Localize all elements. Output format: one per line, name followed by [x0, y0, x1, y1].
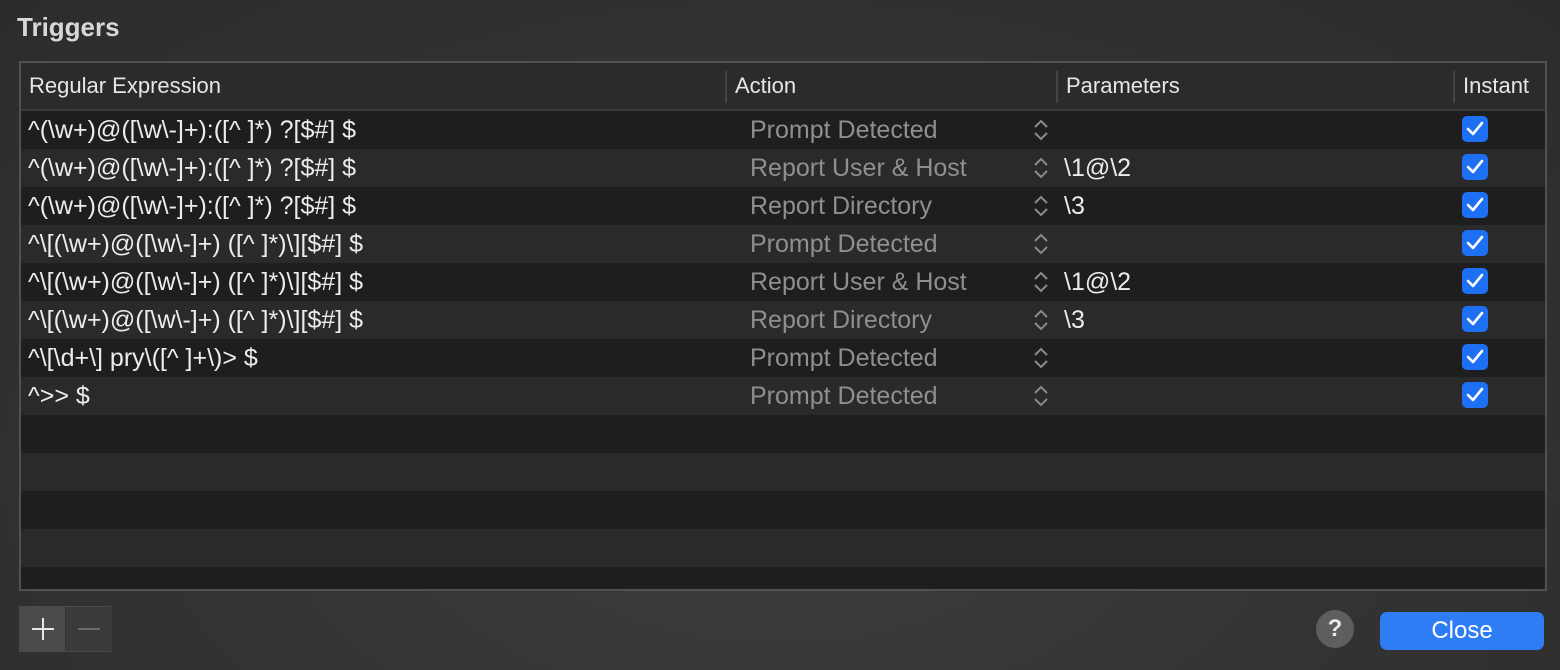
table-row: [21, 415, 1545, 453]
chevron-up-down-icon[interactable]: [1030, 155, 1052, 181]
table-body: ^(\w+)@([\w\-]+):([^ ]*) ?[$#] $ Prompt D…: [21, 111, 1545, 589]
table-row[interactable]: ^\[\d+\] pry\([^ ]+\)> $ Prompt Detected: [21, 339, 1545, 377]
instant-checkbox[interactable]: [1462, 154, 1488, 180]
action-popup[interactable]: Prompt Detected: [750, 111, 938, 149]
regex-cell[interactable]: ^(\w+)@([\w\-]+):([^ ]*) ?[$#] $: [28, 149, 356, 187]
checkmark-icon: [1466, 387, 1484, 402]
instant-checkbox[interactable]: [1462, 344, 1488, 370]
parameters-cell[interactable]: \1@\2: [1064, 149, 1131, 187]
checkmark-icon: [1466, 273, 1484, 288]
chevron-up-down-icon[interactable]: [1030, 117, 1052, 143]
table-row[interactable]: ^(\w+)@([\w\-]+):([^ ]*) ?[$#] $ Report D…: [21, 187, 1545, 225]
column-header-regex[interactable]: Regular Expression: [21, 63, 725, 109]
action-popup[interactable]: Prompt Detected: [750, 377, 938, 415]
regex-cell[interactable]: ^\[(\w+)@([\w\-]+) ([^ ]*)\][$#] $: [28, 263, 363, 301]
checkmark-icon: [1466, 121, 1484, 136]
minus-icon: [78, 628, 100, 630]
chevron-up-down-icon[interactable]: [1030, 193, 1052, 219]
triggers-table: Regular Expression Action Parameters Ins…: [19, 61, 1547, 591]
window-title: Triggers: [17, 12, 120, 42]
table-row: [21, 567, 1545, 589]
action-popup[interactable]: Prompt Detected: [750, 339, 938, 377]
checkmark-icon: [1466, 197, 1484, 212]
checkmark-icon: [1466, 349, 1484, 364]
action-popup[interactable]: Report User & Host: [750, 149, 967, 187]
chevron-up-down-icon[interactable]: [1030, 307, 1052, 333]
table-header: Regular Expression Action Parameters Ins…: [21, 63, 1545, 111]
table-row[interactable]: ^\[(\w+)@([\w\-]+) ([^ ]*)\][$#] $ Report…: [21, 263, 1545, 301]
checkmark-icon: [1466, 311, 1484, 326]
table-row[interactable]: ^\[(\w+)@([\w\-]+) ([^ ]*)\][$#] $ Prompt…: [21, 225, 1545, 263]
close-button[interactable]: Close: [1380, 612, 1544, 650]
chevron-up-down-icon[interactable]: [1030, 383, 1052, 409]
checkmark-icon: [1466, 235, 1484, 250]
table-row: [21, 491, 1545, 529]
table-row: [21, 453, 1545, 491]
remove-trigger-button[interactable]: [66, 607, 112, 651]
regex-cell[interactable]: ^\[\d+\] pry\([^ ]+\)> $: [28, 339, 258, 377]
add-remove-control: [19, 606, 112, 652]
regex-cell[interactable]: ^\[(\w+)@([\w\-]+) ([^ ]*)\][$#] $: [28, 225, 363, 263]
parameters-cell[interactable]: \3: [1064, 187, 1085, 225]
checkmark-icon: [1466, 159, 1484, 174]
column-header-parameters[interactable]: Parameters: [1058, 63, 1453, 109]
regex-cell[interactable]: ^(\w+)@([\w\-]+):([^ ]*) ?[$#] $: [28, 111, 356, 149]
action-popup[interactable]: Report User & Host: [750, 263, 967, 301]
chevron-up-down-icon[interactable]: [1030, 231, 1052, 257]
table-row[interactable]: ^\[(\w+)@([\w\-]+) ([^ ]*)\][$#] $ Report…: [21, 301, 1545, 339]
instant-checkbox[interactable]: [1462, 268, 1488, 294]
regex-cell[interactable]: ^>> $: [28, 377, 90, 415]
table-row[interactable]: ^>> $ Prompt Detected: [21, 377, 1545, 415]
add-trigger-button[interactable]: [20, 607, 66, 651]
regex-cell[interactable]: ^(\w+)@([\w\-]+):([^ ]*) ?[$#] $: [28, 187, 356, 225]
instant-checkbox[interactable]: [1462, 192, 1488, 218]
chevron-up-down-icon[interactable]: [1030, 345, 1052, 371]
parameters-cell[interactable]: \3: [1064, 301, 1085, 339]
action-popup[interactable]: Report Directory: [750, 301, 932, 339]
table-row: [21, 529, 1545, 567]
plus-icon: [32, 618, 54, 640]
instant-checkbox[interactable]: [1462, 382, 1488, 408]
column-header-action[interactable]: Action: [727, 63, 1056, 109]
chevron-up-down-icon[interactable]: [1030, 269, 1052, 295]
parameters-cell[interactable]: \1@\2: [1064, 263, 1131, 301]
column-header-instant[interactable]: Instant: [1455, 63, 1543, 109]
instant-checkbox[interactable]: [1462, 306, 1488, 332]
action-popup[interactable]: Prompt Detected: [750, 225, 938, 263]
instant-checkbox[interactable]: [1462, 230, 1488, 256]
action-popup[interactable]: Report Directory: [750, 187, 932, 225]
table-row[interactable]: ^(\w+)@([\w\-]+):([^ ]*) ?[$#] $ Prompt D…: [21, 111, 1545, 149]
table-row[interactable]: ^(\w+)@([\w\-]+):([^ ]*) ?[$#] $ Report U…: [21, 149, 1545, 187]
help-button[interactable]: ?: [1316, 610, 1354, 648]
triggers-window: Triggers Regular Expression Action Param…: [0, 0, 1560, 670]
regex-cell[interactable]: ^\[(\w+)@([\w\-]+) ([^ ]*)\][$#] $: [28, 301, 363, 339]
instant-checkbox[interactable]: [1462, 116, 1488, 142]
